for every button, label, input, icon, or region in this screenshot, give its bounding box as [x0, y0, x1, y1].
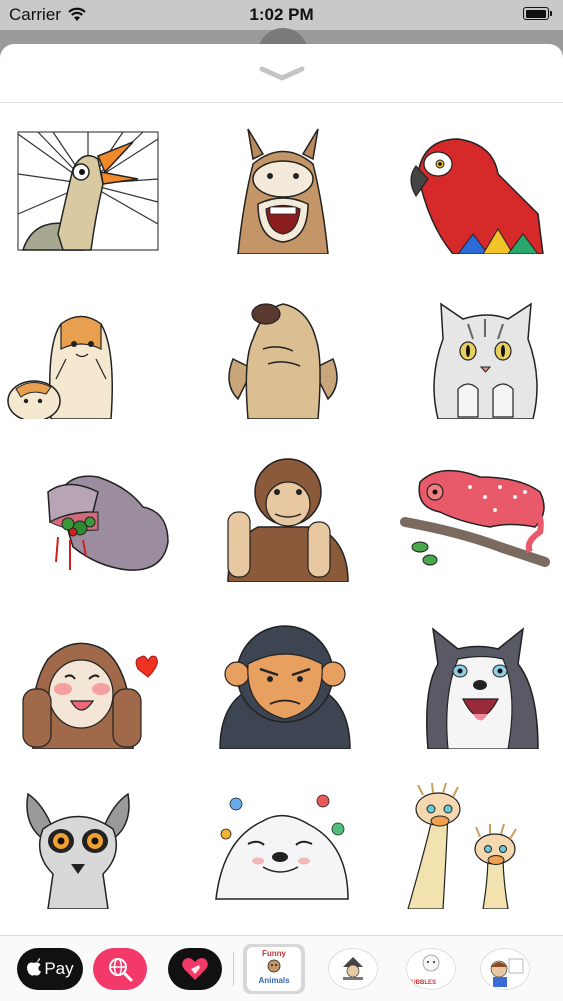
- heart-icon: [182, 958, 208, 980]
- sticker-chimpanzee-angry[interactable]: [210, 619, 360, 749]
- sticker-chameleon[interactable]: [400, 452, 550, 582]
- pack-animal-icon: [267, 959, 281, 973]
- sticker-husky-laughing[interactable]: [398, 619, 548, 749]
- sheet-divider: [0, 102, 563, 103]
- pack-thumbnail-icon: [490, 958, 524, 987]
- digital-touch-app-button[interactable]: [168, 948, 222, 990]
- sticker-goose-shocked[interactable]: [13, 124, 163, 254]
- sticker-hippo-eating[interactable]: [28, 452, 178, 582]
- sticker-pack-4[interactable]: [474, 944, 536, 994]
- apple-logo-icon: [26, 958, 42, 980]
- pack-title-bottom: Animals: [258, 976, 290, 985]
- battery-icon: [523, 7, 552, 20]
- sticker-dog-smug[interactable]: [208, 289, 358, 419]
- status-bar: Carrier 1:02 PM: [0, 0, 563, 30]
- clock: 1:02 PM: [249, 5, 314, 24]
- sticker-guinea-pigs[interactable]: [6, 289, 156, 419]
- sticker-sheet: [0, 44, 563, 1000]
- sticker-pack-funny-animals[interactable]: Funny Animals: [243, 944, 305, 994]
- app-drawer: Pay Funny Animals BUBBLES: [0, 935, 563, 1001]
- sticker-ostriches[interactable]: [398, 779, 548, 909]
- pack-title-top: Funny: [262, 949, 286, 958]
- sticker-parrot[interactable]: [398, 124, 548, 254]
- sticker-pack-bubbles[interactable]: BUBBLES: [400, 944, 462, 994]
- sticker-seal-flowers[interactable]: [208, 779, 358, 909]
- sticker-cat-begging[interactable]: [413, 289, 563, 419]
- sticker-lemur-shocked[interactable]: [13, 779, 163, 909]
- globe-search-icon: [109, 958, 133, 982]
- sticker-pack-2[interactable]: [322, 944, 384, 994]
- pack-bubbles-label: BUBBLES: [407, 980, 437, 986]
- sticker-monkey-thinking[interactable]: [213, 452, 363, 582]
- sticker-otter-love[interactable]: [13, 619, 163, 749]
- apple-pay-label: Pay: [44, 959, 74, 978]
- apple-pay-button[interactable]: Pay: [17, 948, 83, 990]
- tray-separator: [233, 952, 234, 986]
- sticker-pack-5-partial[interactable]: [545, 944, 563, 994]
- sticker-donkey-laughing[interactable]: [208, 124, 358, 254]
- chevron-down-icon[interactable]: [257, 61, 307, 85]
- web-search-app-button[interactable]: [93, 948, 147, 990]
- pack-thumbnail-icon: [422, 954, 440, 972]
- pack-thumbnail-icon: [343, 957, 363, 980]
